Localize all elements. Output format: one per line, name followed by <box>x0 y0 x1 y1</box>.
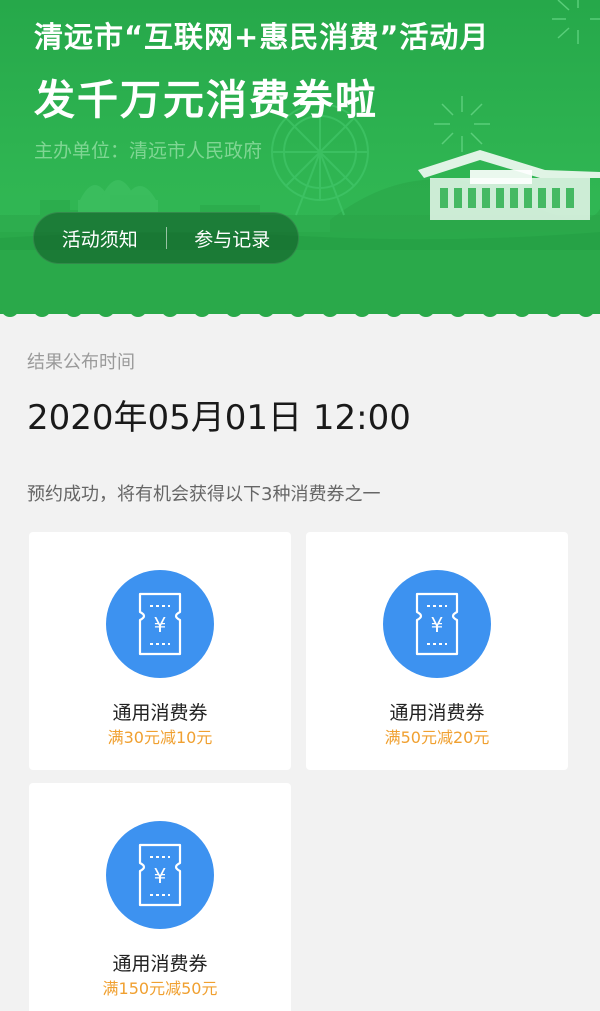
svg-text:¥: ¥ <box>431 613 444 637</box>
participation-records-button[interactable]: 参与记录 <box>167 225 299 252</box>
coupon-card: ¥ 通用消费券 满150元减50元 <box>29 783 291 1011</box>
page-title: 清远市“互联网+惠民消费”活动月 <box>34 20 490 54</box>
ticket-yuan-icon: ¥ <box>138 843 182 907</box>
svg-text:¥: ¥ <box>154 864 167 888</box>
coupon-discount: 满30元减10元 <box>107 728 213 747</box>
result-section: 结果公布时间 2020年05月01日 12:00 预约成功，将有机会获得以下3种… <box>0 320 600 1011</box>
coupon-icon-circle: ¥ <box>106 821 214 929</box>
coupon-title: 通用消费券 <box>389 702 485 724</box>
result-time-value: 2020年05月01日 12:00 <box>27 398 411 438</box>
result-time-label: 结果公布时间 <box>27 352 135 373</box>
ticket-yuan-icon: ¥ <box>415 592 459 656</box>
page-headline: 发千万元消费券啦 <box>34 76 378 124</box>
header-banner: 清远市“互联网+惠民消费”活动月 发千万元消费券啦 主办单位：清远市人民政府 活… <box>0 0 600 320</box>
organizer-name: 清远市人民政府 <box>129 140 263 162</box>
coupon-card: ¥ 通用消费券 满50元减20元 <box>306 532 568 770</box>
coupon-card: ¥ 通用消费券 满30元减10元 <box>29 532 291 770</box>
coupon-discount: 满150元减50元 <box>102 979 218 998</box>
coupon-icon-circle: ¥ <box>106 570 214 678</box>
svg-text:¥: ¥ <box>154 613 167 637</box>
banner-tab-bar: 活动须知 参与记录 <box>33 212 299 264</box>
organizer-label: 主办单位： <box>34 140 130 162</box>
activity-notice-button[interactable]: 活动须知 <box>34 225 166 252</box>
ticket-yuan-icon: ¥ <box>138 592 182 656</box>
scallop-edge <box>1 302 595 317</box>
coupon-title: 通用消费券 <box>112 953 208 975</box>
coupon-icon-circle: ¥ <box>383 570 491 678</box>
coupon-title: 通用消费券 <box>112 702 208 724</box>
reservation-notice: 预约成功，将有机会获得以下3种消费券之一 <box>27 484 381 505</box>
organizer-text: 主办单位：清远市人民政府 <box>34 136 262 163</box>
coupon-discount: 满50元减20元 <box>384 728 490 747</box>
